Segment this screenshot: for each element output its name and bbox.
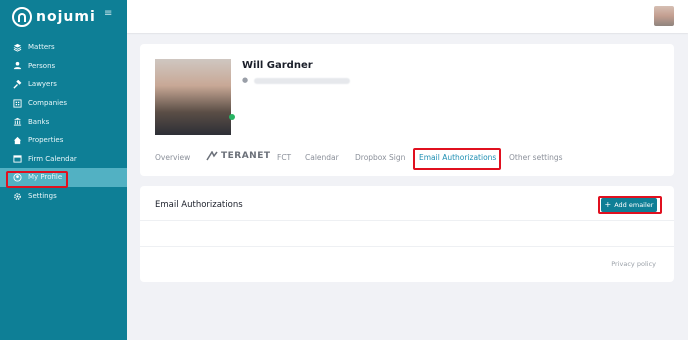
building-icon <box>12 98 22 108</box>
profile-card: Will Gardner ● Overview TERANET FCT Cale… <box>140 44 674 176</box>
logo-icon <box>12 7 32 27</box>
tab-teranet-label: TERANET <box>221 151 271 161</box>
tab-teranet[interactable]: TERANET <box>206 151 271 161</box>
sidebar-item-persons[interactable]: Persons <box>0 57 127 76</box>
sidebar-item-banks[interactable]: Banks <box>0 112 127 131</box>
sidebar: nojumi ≡ Matters Persons Lawyers Compani <box>0 0 127 340</box>
gavel-icon <box>12 79 22 89</box>
sidebar-item-settings[interactable]: Settings <box>0 187 127 206</box>
sidebar-item-label: Banks <box>28 117 50 126</box>
my-profile-highlight-box <box>6 171 68 188</box>
sidebar-item-matters[interactable]: Matters <box>0 38 127 57</box>
sidebar-item-label: Matters <box>28 43 55 52</box>
sidebar-item-label: Persons <box>28 61 56 70</box>
sidebar-item-properties[interactable]: Properties <box>0 131 127 150</box>
sidebar-item-label: Firm Calendar <box>28 154 77 163</box>
top-bar <box>127 0 688 33</box>
online-status-indicator <box>229 114 235 120</box>
sidebar-item-label: Lawyers <box>28 80 57 89</box>
tab-other-settings[interactable]: Other settings <box>509 153 563 162</box>
brand-name: nojumi <box>36 9 96 25</box>
tab-overview[interactable]: Overview <box>155 153 190 162</box>
email-authorizations-card: Email Authorizations + Add emailer Priva… <box>140 186 674 282</box>
sidebar-item-companies[interactable]: Companies <box>0 94 127 113</box>
teranet-logo-icon <box>206 151 218 161</box>
tab-fct[interactable]: FCT <box>277 153 291 162</box>
calendar-icon <box>12 154 22 164</box>
divider <box>140 246 674 247</box>
profile-tabs: Overview TERANET FCT Calendar Dropbox Si… <box>155 149 665 169</box>
divider <box>140 220 674 221</box>
sidebar-item-label: Companies <box>28 99 68 108</box>
gear-icon <box>12 191 22 201</box>
person-icon <box>12 61 22 71</box>
bank-icon <box>12 117 22 127</box>
blurred-email <box>254 77 350 84</box>
sidebar-item-label: Settings <box>28 192 57 201</box>
profile-email-row: ● <box>242 77 350 84</box>
privacy-policy-link[interactable]: Privacy policy <box>611 260 656 268</box>
layers-icon <box>12 42 22 52</box>
collapse-sidebar-icon[interactable]: ≡ <box>104 9 114 19</box>
email-authorizations-highlight-box <box>413 148 501 170</box>
user-avatar[interactable] <box>654 6 674 26</box>
sidebar-item-lawyers[interactable]: Lawyers <box>0 75 127 94</box>
house-icon <box>12 135 22 145</box>
profile-name: Will Gardner <box>242 60 313 71</box>
section-title: Email Authorizations <box>155 200 243 210</box>
email-icon: ● <box>242 76 249 84</box>
sidebar-item-firm-calendar[interactable]: Firm Calendar <box>0 150 127 169</box>
tab-calendar[interactable]: Calendar <box>305 153 339 162</box>
add-emailer-highlight-box <box>598 196 662 214</box>
profile-photo <box>155 59 231 135</box>
tab-dropbox-sign[interactable]: Dropbox Sign <box>355 153 405 162</box>
sidebar-item-label: Properties <box>28 136 64 145</box>
